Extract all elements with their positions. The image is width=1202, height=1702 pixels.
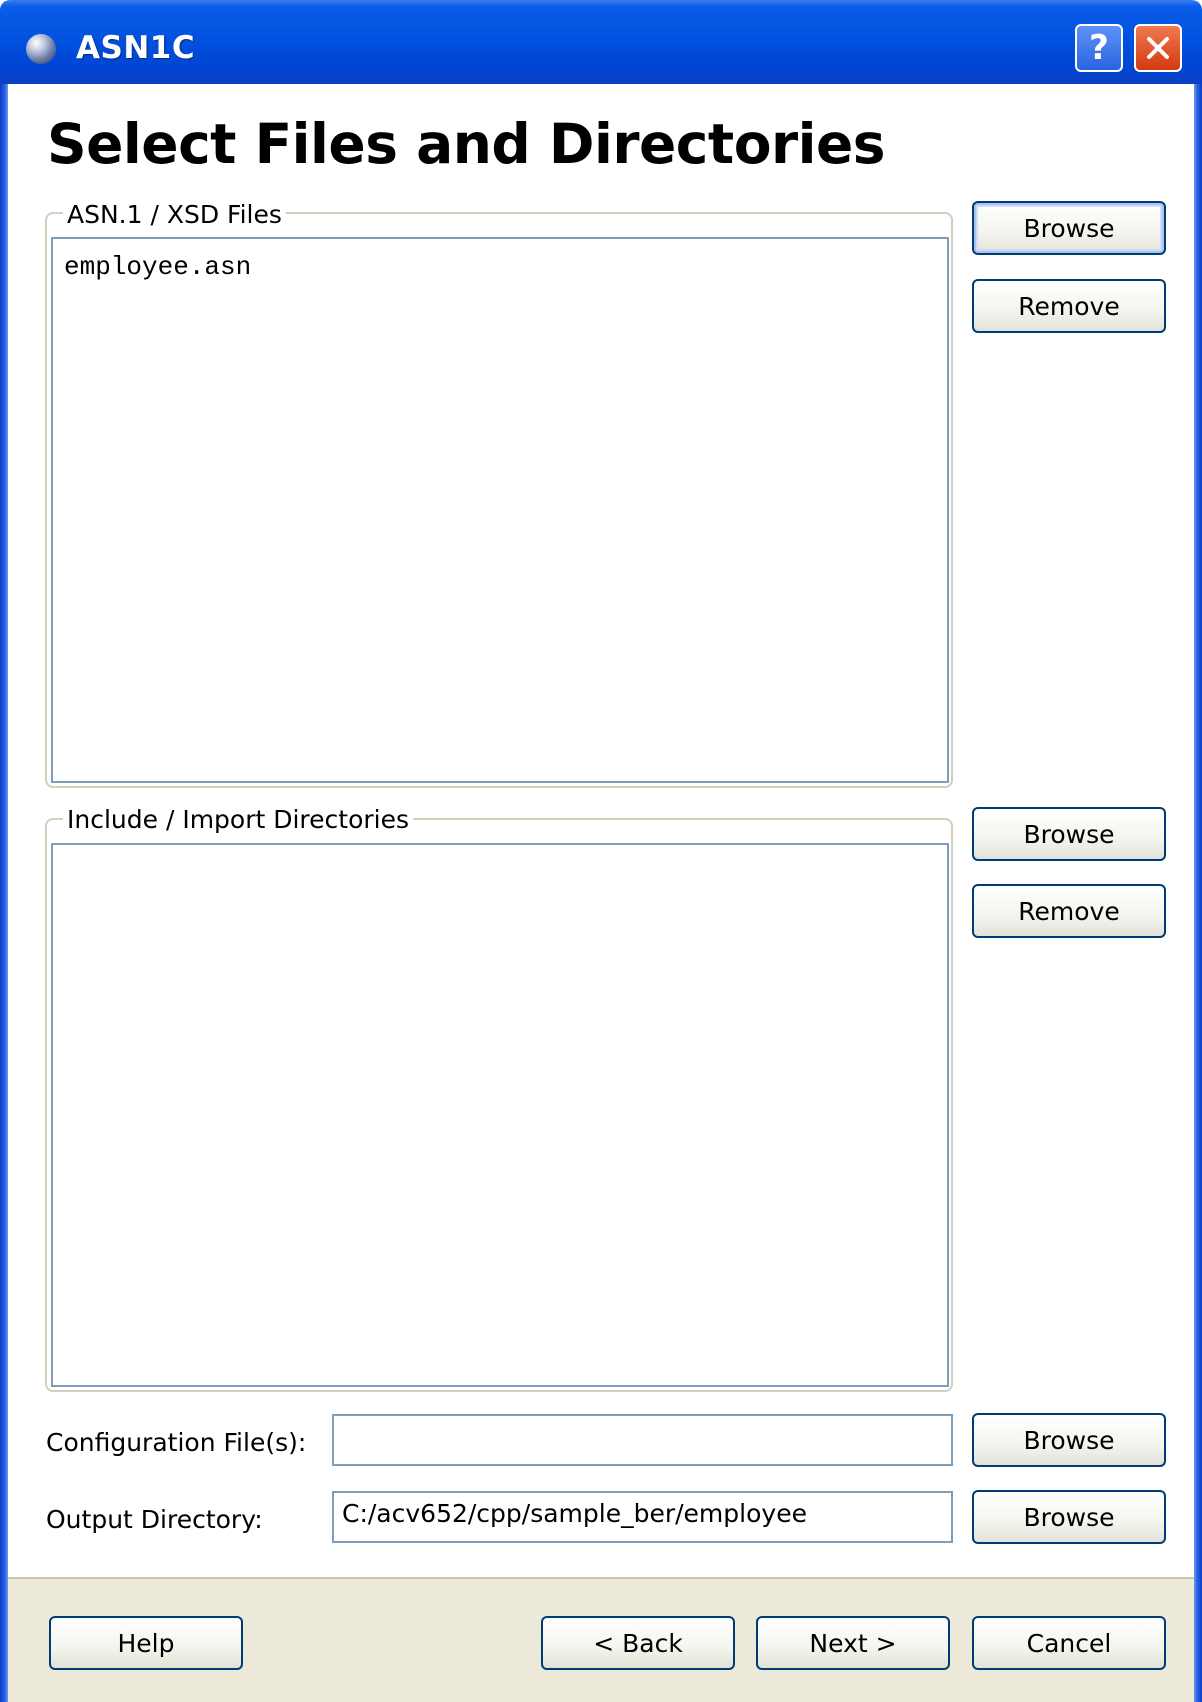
asn-files-list[interactable]: employee.asn bbox=[51, 237, 949, 783]
include-dirs-list[interactable] bbox=[51, 843, 949, 1387]
config-file-input[interactable] bbox=[332, 1414, 953, 1466]
output-dir-input[interactable]: C:/acv652/cpp/sample_ber/employee bbox=[332, 1491, 953, 1543]
window-frame-right bbox=[1194, 84, 1202, 1702]
output-dir-browse-button[interactable]: Browse bbox=[972, 1490, 1166, 1544]
title-bar[interactable]: ASN1C ? bbox=[0, 0, 1202, 84]
window-frame-left bbox=[0, 84, 8, 1702]
page-title: Select Files and Directories bbox=[47, 112, 886, 176]
asn-files-browse-button[interactable]: Browse bbox=[972, 201, 1166, 255]
include-dirs-remove-button[interactable]: Remove bbox=[972, 884, 1166, 938]
config-file-label: Configuration File(s): bbox=[46, 1428, 307, 1457]
help-button[interactable]: Help bbox=[49, 1616, 243, 1670]
output-dir-label: Output Directory: bbox=[46, 1505, 263, 1534]
list-item[interactable]: employee.asn bbox=[64, 252, 251, 282]
next-button[interactable]: Next > bbox=[756, 1616, 950, 1670]
wizard-window: ASN1C ? Select Files and Directories ASN… bbox=[0, 0, 1202, 1702]
asn-files-legend: ASN.1 / XSD Files bbox=[63, 200, 286, 229]
config-file-browse-button[interactable]: Browse bbox=[972, 1413, 1166, 1467]
help-titlebar-button[interactable]: ? bbox=[1075, 24, 1123, 72]
window-title: ASN1C bbox=[76, 30, 196, 66]
include-dirs-legend: Include / Import Directories bbox=[63, 805, 414, 834]
include-dirs-browse-button[interactable]: Browse bbox=[972, 807, 1166, 861]
back-button[interactable]: < Back bbox=[541, 1616, 735, 1670]
cancel-button[interactable]: Cancel bbox=[972, 1616, 1166, 1670]
app-globe-icon bbox=[26, 34, 56, 64]
close-button[interactable] bbox=[1134, 24, 1182, 72]
close-icon bbox=[1147, 37, 1169, 59]
asn-files-remove-button[interactable]: Remove bbox=[972, 279, 1166, 333]
